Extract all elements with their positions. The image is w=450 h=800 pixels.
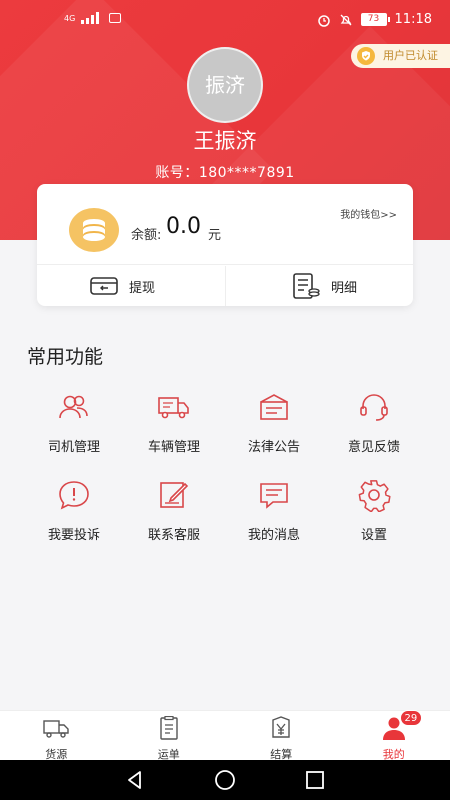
clock: 11:18 <box>394 12 432 27</box>
function-label: 意见反馈 <box>347 440 400 455</box>
divider <box>37 264 413 265</box>
withdraw-label: 提现 <box>129 280 156 296</box>
ledger-icon <box>293 273 320 299</box>
function-label: 司机管理 <box>47 440 100 455</box>
balance-unit: 元 <box>208 228 222 243</box>
alarm-icon <box>317 14 330 27</box>
gear-icon <box>358 480 391 513</box>
function-label: 车辆管理 <box>147 440 200 455</box>
my-messages-button[interactable]: 我的消息 <box>224 478 324 548</box>
recents-icon[interactable] <box>305 770 325 790</box>
contact-service-button[interactable]: 联系客服 <box>124 478 224 548</box>
tab-settlement[interactable]: 结算 <box>225 711 338 761</box>
avatar[interactable]: 振济 <box>187 47 263 123</box>
driver-management-button[interactable]: 司机管理 <box>24 390 124 460</box>
truck-icon <box>158 397 189 419</box>
divider <box>225 266 226 306</box>
edit-icon <box>160 482 189 508</box>
my-wallet-link[interactable]: 我的钱包>> <box>340 206 397 221</box>
wallet-card: 余额: 0.0 元 我的钱包>> 提现 明细 <box>37 184 413 306</box>
complaint-icon <box>59 481 89 510</box>
account-value: 180****7891 <box>198 165 295 181</box>
tab-mine[interactable]: 29 我的 <box>338 710 450 761</box>
nfc-icon <box>109 13 122 23</box>
status-bar: 4G 73 11:18 <box>0 0 450 40</box>
tab-waybill[interactable]: 运单 <box>113 711 226 761</box>
bottom-tab-bar: 货源 运单 结算 29 我的 <box>0 710 450 761</box>
shield-icon <box>357 47 375 65</box>
headset-icon <box>360 394 388 421</box>
message-icon <box>260 483 288 509</box>
truck-icon <box>43 720 69 738</box>
verified-badge[interactable]: 用户已认证 <box>351 44 450 68</box>
detail-label: 明细 <box>331 280 358 296</box>
balance-value: 0.0 <box>166 214 201 239</box>
feedback-button[interactable]: 意见反馈 <box>324 390 424 460</box>
function-label: 我的消息 <box>247 528 300 543</box>
function-label: 我要投诉 <box>47 528 100 543</box>
function-label: 法律公告 <box>247 440 300 455</box>
detail-button[interactable]: 明细 <box>291 266 357 306</box>
notification-badge: 29 <box>399 710 423 726</box>
coins-icon <box>69 208 119 252</box>
verified-label: 用户已认证 <box>383 49 438 62</box>
balance-label: 余额: <box>131 228 162 243</box>
function-label: 设置 <box>360 528 387 543</box>
settings-button[interactable]: 设置 <box>324 478 424 548</box>
announcement-icon <box>260 394 288 420</box>
system-nav-bar <box>0 760 450 800</box>
drivers-icon <box>59 395 88 419</box>
mute-icon <box>340 14 351 25</box>
withdraw-button[interactable]: 提现 <box>89 266 155 306</box>
home-icon[interactable] <box>214 769 236 791</box>
signal-icon <box>81 12 100 24</box>
account-label: 账号： <box>155 165 199 181</box>
user-name: 王振济 <box>193 129 257 153</box>
vehicle-management-button[interactable]: 车辆管理 <box>124 390 224 460</box>
clipboard-icon <box>160 715 178 740</box>
account-number: 账号：180****7891 <box>0 162 450 182</box>
yen-icon <box>272 716 290 738</box>
tab-goods-source[interactable]: 货源 <box>0 711 113 761</box>
legal-notice-button[interactable]: 法律公告 <box>224 390 324 460</box>
section-title: 常用功能 <box>27 346 104 368</box>
complaint-button[interactable]: 我要投诉 <box>24 478 124 548</box>
back-icon[interactable] <box>125 770 145 790</box>
function-label: 联系客服 <box>147 528 200 543</box>
battery-icon: 73 <box>360 13 390 26</box>
network-type: 4G <box>64 13 76 23</box>
withdraw-icon <box>90 277 118 295</box>
